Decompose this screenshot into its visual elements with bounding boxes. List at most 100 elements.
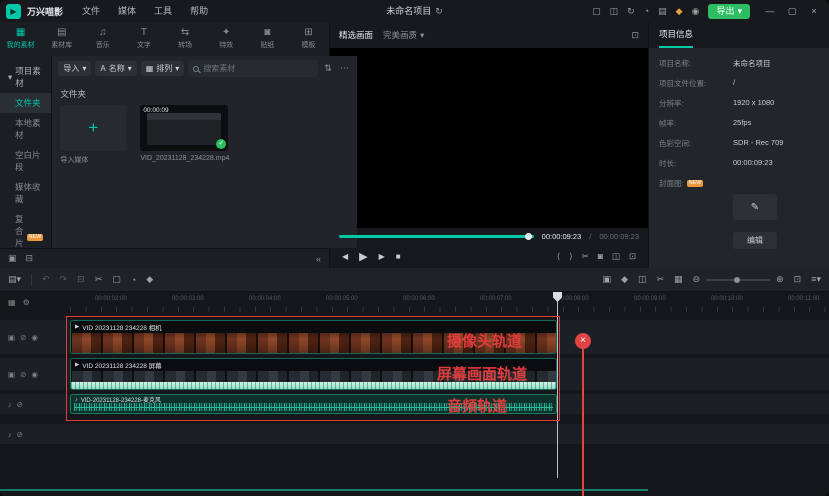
marker-icon[interactable]: ◆ [146, 274, 153, 285]
titlebar: ▶ 万兴喵影 文件 媒体 工具 帮助 未命名项目 ↻ ▢ ◫ ↻ ◔ ▤ ◆ ◉… [0, 0, 829, 22]
import-plus-icon[interactable]: + [60, 105, 126, 151]
split-screen-icon[interactable]: ◫ [610, 0, 619, 22]
track-manager-icon[interactable]: ▤▾ [8, 274, 21, 285]
mark-in-icon[interactable]: ⟨ [557, 251, 560, 262]
maximize-button[interactable]: ▢ [781, 0, 803, 22]
chevron-down-icon: ▾ [82, 64, 86, 73]
seek-knob[interactable] [525, 233, 532, 240]
audio-mixer-icon[interactable]: ◫ [638, 274, 647, 285]
more-icon[interactable]: ⋯ [338, 63, 351, 74]
info-title-tab[interactable]: 项目信息 [659, 22, 693, 48]
render-preview-icon[interactable]: ▣ [603, 274, 612, 285]
preview-tools: ⟨ ⟩ ✂ ◙ ◫ ⊡ [557, 251, 636, 262]
scene-split-icon[interactable]: ✂ [657, 274, 665, 285]
ruler-scale[interactable]: 00:00:02:00 00:00:03:00 00:00:04:00 00:0… [70, 292, 829, 312]
folder-section-label: 文件夹 [52, 81, 357, 105]
track-height-icon[interactable]: ≡▾ [811, 274, 821, 285]
edit-button[interactable]: 编辑 [733, 232, 777, 249]
grid-icon[interactable]: ▦ [674, 274, 683, 285]
fit-timeline-icon[interactable]: ⊡ [794, 274, 802, 285]
search-input[interactable] [203, 64, 313, 73]
project-sync-icon[interactable]: ↻ [435, 0, 443, 22]
eye-icon[interactable]: ◉ [31, 333, 38, 342]
quality-dropdown[interactable]: 完美画质 ▾ [383, 29, 424, 41]
cover-edit-button[interactable]: ✎ [733, 194, 777, 220]
sidebar-item-local-media[interactable]: 本地素材 [0, 113, 51, 145]
tab-transition[interactable]: ⇆ 转场 [165, 22, 206, 56]
preview-tab[interactable]: 精选画面 [339, 29, 373, 41]
collapse-panel-icon[interactable]: « [316, 254, 321, 264]
sort-dropdown[interactable]: A 名称 ▾ [95, 61, 136, 76]
sidebar-item-blank-clip[interactable]: 空白片段 [0, 145, 51, 177]
mark-out-icon[interactable]: ⟩ [569, 251, 572, 262]
seek-bar[interactable] [339, 235, 534, 238]
new-folder-icon[interactable]: ▣ [8, 253, 17, 264]
import-media-tile[interactable]: + 导入媒体 [60, 105, 126, 165]
sidebar-group-project-media[interactable]: ▾ 项目素材 [0, 61, 51, 93]
edit-label: 编辑 [747, 235, 763, 246]
timeline-ruler[interactable]: ▦ ⚙ 00:00:02:00 00:00:03:00 00:00:04:00 … [0, 292, 829, 312]
zoom-slider-thumb[interactable] [734, 277, 740, 283]
sidebar-item-folder[interactable]: 文件夹 [0, 93, 51, 113]
filter-icon[interactable]: ⇅ [322, 63, 334, 74]
gear-icon[interactable]: ⚙ [23, 298, 30, 307]
transition-icon: ⇆ [181, 28, 189, 38]
timeline-marker-icon[interactable]: ◆ [621, 274, 628, 285]
delete-icon[interactable]: ⊟ [26, 253, 34, 264]
split-icon[interactable]: ✂ [582, 251, 589, 262]
sidebar-item-media-favorites[interactable]: 媒体收藏 [0, 177, 51, 209]
split-icon[interactable]: ✂ [95, 274, 103, 285]
preview-video-area[interactable] [330, 48, 648, 228]
view-mode-dropdown[interactable]: ▦ 排列 ▾ [141, 61, 185, 76]
mute-icon[interactable]: ⊘ [17, 430, 23, 439]
media-clip-tile[interactable]: 00:00:09 ✓ VID_20231128_234228.mp4 [140, 105, 229, 165]
info-body: 项目名称: 未命名项目 项目文件位置: / 分辨率: 1920 x 1080 帧… [649, 48, 829, 249]
timeline-zoom-slider[interactable] [706, 279, 770, 281]
eye-icon[interactable]: ◉ [31, 370, 38, 379]
all-tracks-icon[interactable]: ▦ [8, 298, 16, 307]
close-button[interactable]: × [803, 0, 825, 22]
previous-frame-button[interactable]: ◀ [342, 252, 348, 261]
timeline-scrollbar[interactable] [0, 489, 648, 491]
clip-thumbnail[interactable]: 00:00:09 ✓ [140, 105, 228, 151]
tab-audio[interactable]: ♫ 音乐 [82, 22, 123, 56]
mute-icon[interactable]: ⊘ [17, 400, 23, 409]
menu-tools[interactable]: 工具 [145, 0, 181, 22]
sync-icon[interactable]: ↻ [627, 0, 635, 22]
import-button[interactable]: 导入 ▾ [58, 61, 91, 76]
vip-icon[interactable]: ◆ [676, 0, 683, 22]
undo-icon[interactable]: ↶ [42, 274, 50, 285]
notification-icon[interactable]: ◔ [644, 0, 649, 22]
crop-icon[interactable]: ▢ [112, 274, 121, 285]
tab-effects[interactable]: ✦ 特效 [206, 22, 247, 56]
my-media-icon: ▦ [16, 28, 25, 38]
snapshot-icon[interactable]: ◙ [598, 251, 603, 262]
redo-icon[interactable]: ↷ [60, 274, 68, 285]
trash-icon[interactable]: ⊟ [77, 274, 85, 285]
mute-icon[interactable]: ⊘ [20, 370, 26, 379]
workspace-layout-icon[interactable]: ▢ [592, 0, 601, 22]
tab-stock[interactable]: ▤ 素材库 [41, 22, 82, 56]
tab-my-media[interactable]: ▦ 我的素材 [0, 22, 41, 56]
aspect-ratio-icon[interactable]: ⊡ [631, 30, 639, 41]
tab-stickers[interactable]: ◙ 贴纸 [247, 22, 288, 56]
export-button[interactable]: 导出 ▾ [708, 4, 750, 19]
next-frame-button[interactable]: ▶ [379, 252, 385, 261]
fullscreen-icon[interactable]: ⊡ [629, 251, 636, 262]
account-icon[interactable]: ◉ [692, 0, 700, 22]
menu-media[interactable]: 媒体 [109, 0, 145, 22]
play-button[interactable]: ▶ [359, 250, 367, 263]
zoom-out-icon[interactable]: ⊖ [693, 274, 701, 285]
menu-help[interactable]: 帮助 [181, 0, 217, 22]
speed-icon[interactable]: ◔ [131, 275, 136, 285]
tab-text[interactable]: T 文字 [123, 22, 164, 56]
zoom-in-icon[interactable]: ⊕ [776, 274, 784, 285]
compare-icon[interactable]: ◫ [612, 251, 620, 262]
mute-icon[interactable]: ⊘ [20, 333, 26, 342]
stop-button[interactable]: ■ [396, 252, 401, 261]
minimize-button[interactable]: — [759, 0, 781, 22]
track-header-video2: ▣ ⊘ ◉ [0, 358, 70, 390]
tab-templates[interactable]: ⊞ 模板 [288, 22, 329, 56]
menu-file[interactable]: 文件 [73, 0, 109, 22]
panel-icon[interactable]: ▤ [658, 0, 667, 22]
